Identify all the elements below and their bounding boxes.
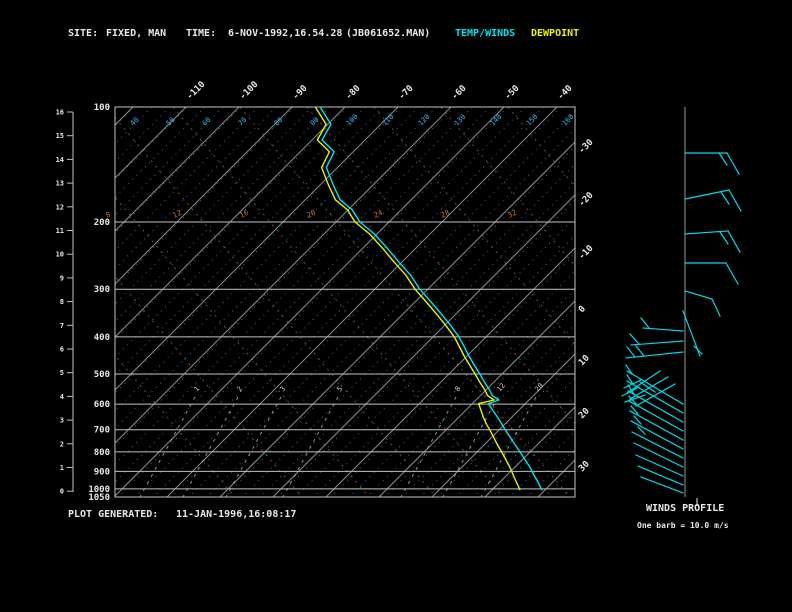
svg-text:70: 70 <box>237 116 249 128</box>
svg-text:80: 80 <box>273 116 285 128</box>
svg-text:140: 140 <box>489 113 504 128</box>
svg-text:100: 100 <box>345 113 360 128</box>
winds-profile-title: WINDS PROFILE <box>646 503 725 514</box>
svg-text:110: 110 <box>381 113 396 128</box>
svg-text:5: 5 <box>335 385 344 393</box>
svg-text:50: 50 <box>165 116 177 128</box>
svg-text:-80: -80 <box>344 84 363 103</box>
svg-text:0: 0 <box>60 488 64 496</box>
svg-text:3: 3 <box>278 385 287 393</box>
plot-border <box>114 106 576 498</box>
svg-text:160: 160 <box>561 113 576 128</box>
pressure-axis-labels: 10020030040050060070080090010001050 <box>88 103 110 503</box>
plot-generated-label: PLOT GENERATED: <box>68 509 159 520</box>
isotherm-lines <box>115 107 575 497</box>
svg-text:40: 40 <box>129 116 141 128</box>
temperature-curve <box>319 107 543 491</box>
svg-text:9: 9 <box>60 274 64 282</box>
svg-text:11: 11 <box>56 227 64 235</box>
svg-text:12: 12 <box>56 203 64 211</box>
svg-text:-100: -100 <box>238 80 260 102</box>
wind-barbs <box>621 152 742 494</box>
svg-text:20: 20 <box>305 208 317 220</box>
svg-text:-90: -90 <box>291 84 310 103</box>
svg-text:-40: -40 <box>556 84 575 103</box>
winds-profile-legend: One barb = 10.0 m/s <box>637 521 729 530</box>
svg-text:120: 120 <box>417 113 432 128</box>
svg-text:700: 700 <box>94 426 110 436</box>
svg-text:60: 60 <box>201 116 213 128</box>
svg-text:1050: 1050 <box>88 493 110 503</box>
svg-text:7: 7 <box>60 322 64 330</box>
svg-text:-20: -20 <box>577 191 596 210</box>
svg-text:500: 500 <box>94 370 110 380</box>
moist-adiabat-labels: 8 12 16 20 24 28 32 <box>104 208 518 220</box>
svg-text:-110: -110 <box>185 80 207 102</box>
svg-text:90: 90 <box>309 116 321 128</box>
svg-text:16: 16 <box>238 208 250 220</box>
svg-text:1: 1 <box>60 464 64 472</box>
svg-text:14: 14 <box>56 156 64 164</box>
svg-text:800: 800 <box>94 448 110 458</box>
dewpoint-curve <box>314 107 521 491</box>
svg-text:600: 600 <box>94 400 110 410</box>
plot-generated-value: 11-JAN-1996,16:08:17 <box>176 509 297 520</box>
svg-text:5: 5 <box>60 369 64 377</box>
svg-text:20: 20 <box>577 406 592 421</box>
height-axis: 161514131211109876543210 <box>56 109 74 496</box>
svg-text:30: 30 <box>577 459 592 474</box>
svg-text:10: 10 <box>56 251 64 259</box>
svg-text:12: 12 <box>495 382 507 394</box>
svg-text:300: 300 <box>94 285 110 295</box>
skewt-app-window: { "header": { "site_label": "SITE:", "si… <box>0 0 792 612</box>
svg-text:-60: -60 <box>450 84 469 103</box>
svg-text:900: 900 <box>94 467 110 477</box>
svg-text:150: 150 <box>525 113 540 128</box>
svg-text:24: 24 <box>372 208 384 220</box>
svg-text:4: 4 <box>60 393 64 401</box>
winds-profile <box>684 107 698 506</box>
svg-text:-70: -70 <box>397 84 416 103</box>
svg-text:2: 2 <box>235 385 244 393</box>
isotherm-labels-top: -110 -100 -90 -80 -70 -60 -50 -40 <box>185 80 575 102</box>
svg-text:100: 100 <box>94 103 110 113</box>
svg-text:400: 400 <box>94 333 110 343</box>
svg-text:13: 13 <box>56 180 64 188</box>
svg-text:-30: -30 <box>577 138 596 157</box>
svg-text:10: 10 <box>577 353 592 368</box>
svg-text:3: 3 <box>60 417 64 425</box>
svg-text:6: 6 <box>60 346 64 354</box>
svg-text:2: 2 <box>60 440 64 448</box>
svg-text:0: 0 <box>577 304 588 315</box>
svg-text:-10: -10 <box>577 244 596 263</box>
dry-adiabat-labels: 40 50 60 70 80 90 100 110 120 130 140 150 160 <box>129 113 576 128</box>
svg-text:1: 1 <box>192 385 201 393</box>
svg-text:15: 15 <box>56 132 64 140</box>
svg-text:130: 130 <box>453 113 468 128</box>
svg-text:8: 8 <box>60 298 64 306</box>
svg-text:16: 16 <box>56 109 64 117</box>
svg-text:-50: -50 <box>503 84 522 103</box>
isotherm-labels-right: -30 -20 -10 0 10 20 30 <box>577 138 596 475</box>
